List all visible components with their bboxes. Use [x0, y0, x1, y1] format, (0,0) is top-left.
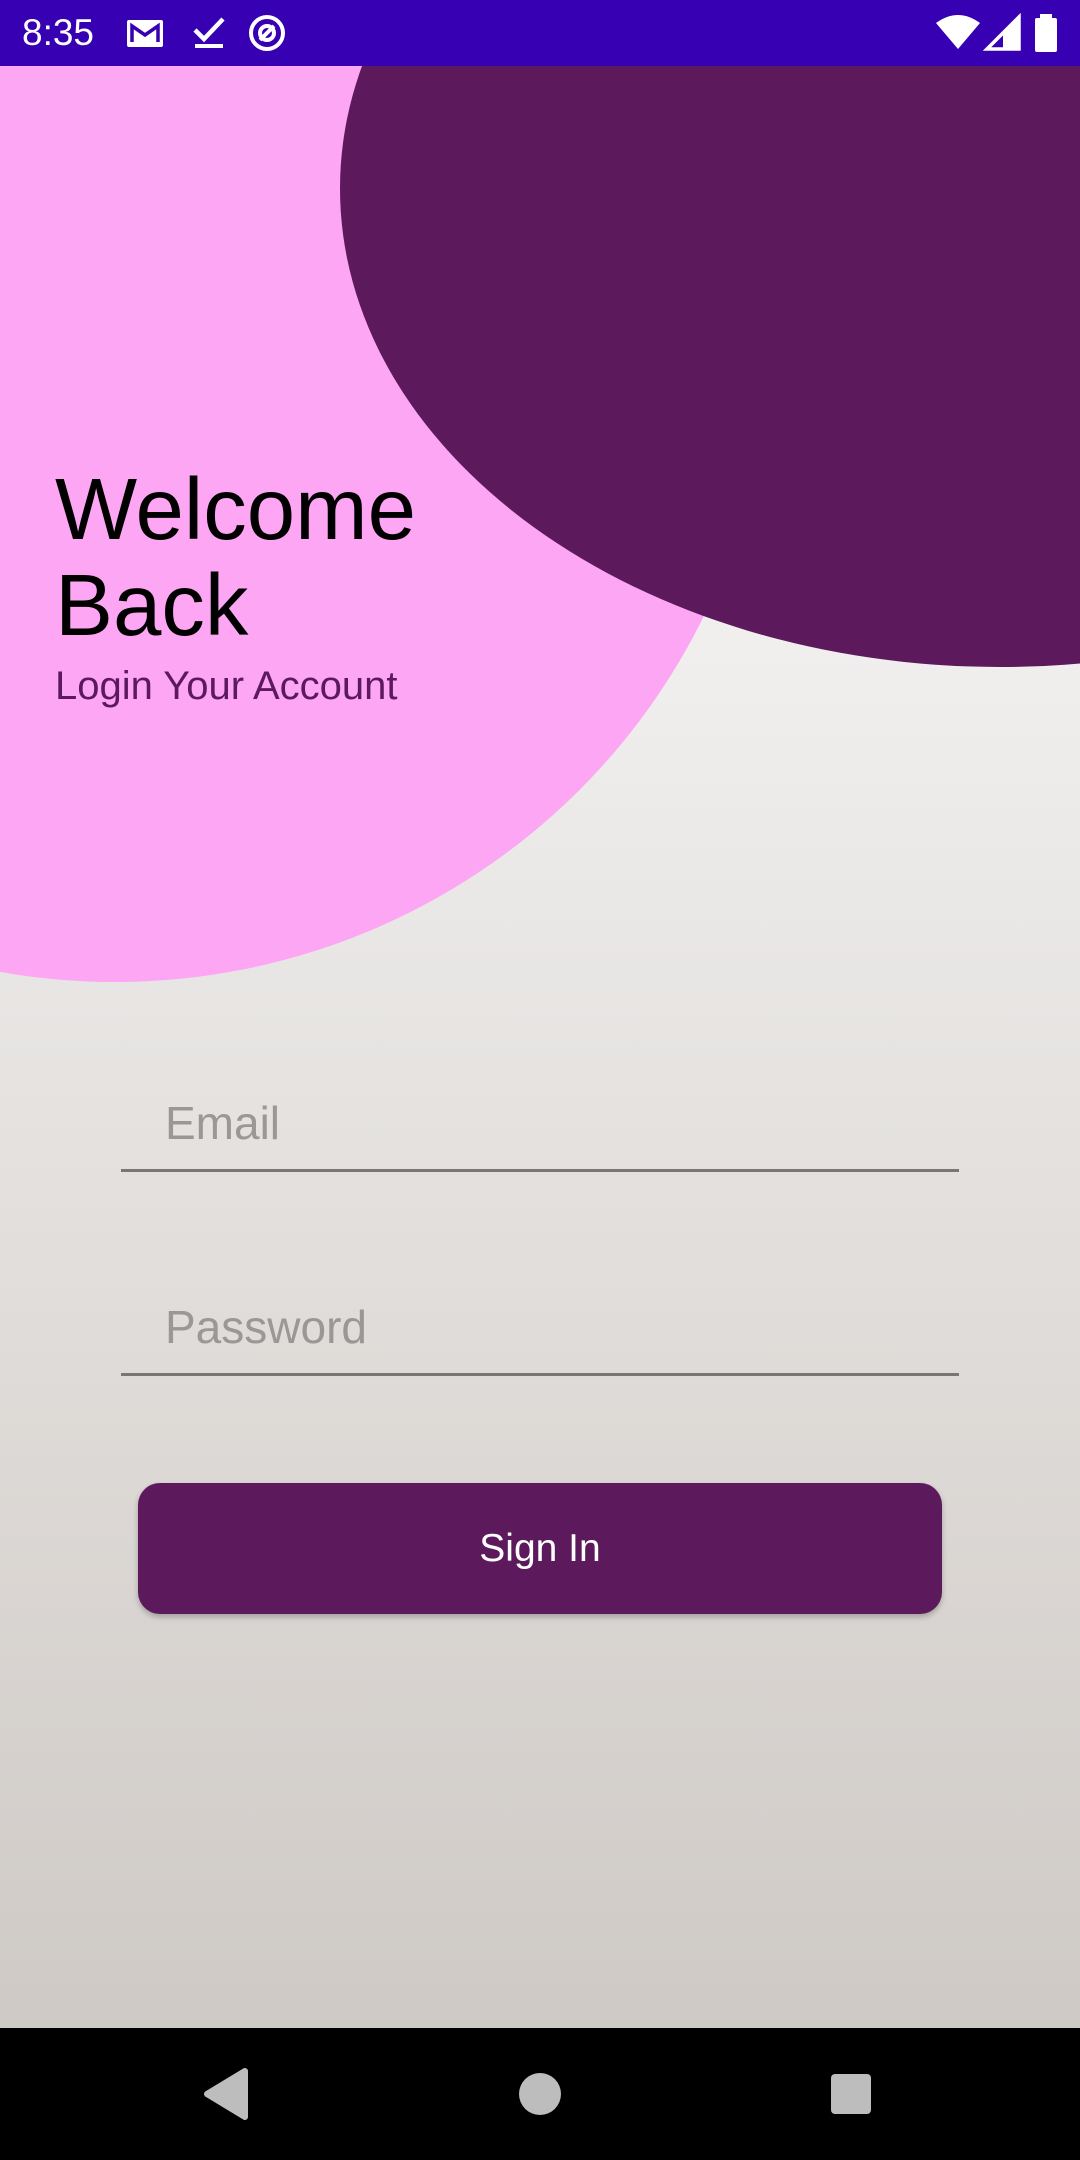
- email-field[interactable]: [121, 1076, 959, 1172]
- recents-icon[interactable]: [781, 2028, 921, 2160]
- login-subtitle: Login Your Account: [55, 664, 398, 708]
- check-icon: [193, 17, 225, 48]
- wifi-icon: [936, 15, 980, 49]
- welcome-title: Welcome Back: [55, 461, 416, 654]
- battery-icon: [1035, 14, 1057, 52]
- sign-in-button[interactable]: Sign In: [138, 1483, 942, 1614]
- status-bar: 8:35: [0, 0, 1080, 66]
- login-screen: 8:35 Welcome Back Login Your Account Ema…: [0, 0, 1080, 2160]
- at-sign-icon: [249, 15, 285, 51]
- status-time: 8:35: [22, 12, 95, 53]
- password-field[interactable]: [121, 1280, 959, 1376]
- cellular-signal-icon: [983, 13, 1021, 51]
- system-nav-bar: [0, 2028, 1080, 2160]
- back-icon[interactable]: [155, 2028, 295, 2160]
- gmail-icon: [127, 20, 163, 47]
- home-icon[interactable]: [470, 2028, 610, 2160]
